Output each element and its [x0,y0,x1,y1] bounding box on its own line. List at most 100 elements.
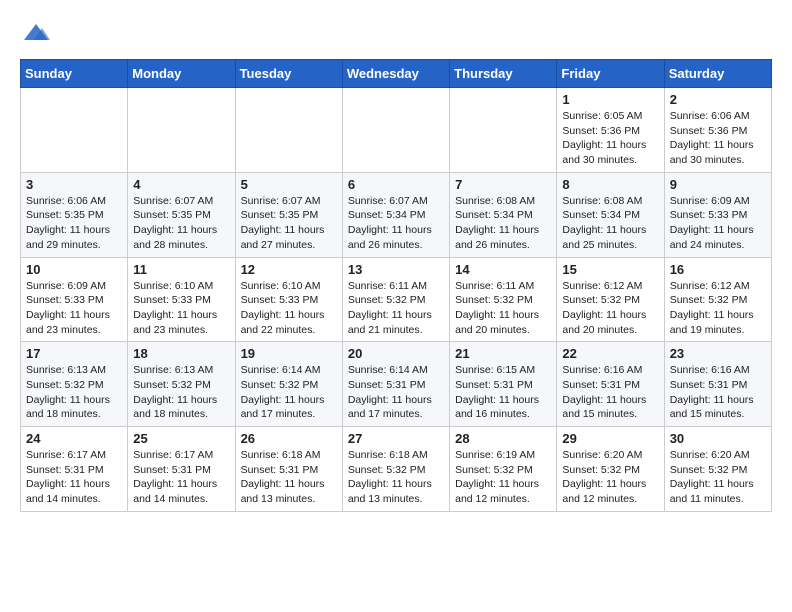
sunset-info: Sunset: 5:35 PM [26,209,104,221]
calendar-cell: 28 Sunrise: 6:19 AMSunset: 5:32 PMDayligh… [450,427,557,512]
day-info: Sunrise: 6:09 AMSunset: 5:33 PMDaylight:… [670,194,766,253]
sunset-info: Sunset: 5:31 PM [670,379,748,391]
sunrise-info: Sunrise: 6:11 AM [348,280,427,292]
calendar-cell: 5Sunrise: 6:07 AMSunset: 5:35 PMDaylight… [235,172,342,257]
sunset-info: Sunset: 5:34 PM [348,209,426,221]
calendar-cell: 9 Sunrise: 6:09 AMSunset: 5:33 PMDaylight… [664,172,771,257]
day-number: 20 [348,346,444,361]
calendar-cell: 17 Sunrise: 6:13 AMSunset: 5:32 PMDayligh… [21,342,128,427]
sunrise-info: Sunrise: 6:07 AM [133,195,213,207]
sunset-info: Sunset: 5:32 PM [670,464,748,476]
day-info: Sunrise: 6:13 AMSunset: 5:32 PMDaylight:… [26,363,122,422]
day-info: Sunrise: 6:14 AMSunset: 5:31 PMDaylight:… [348,363,444,422]
daylight-info: Daylight: 11 hours and 20 minutes. [562,309,646,336]
calendar-cell [128,88,235,173]
daylight-info: Daylight: 11 hours and 15 minutes. [562,394,646,421]
day-info: Sunrise: 6:15 AMSunset: 5:31 PMDaylight:… [455,363,551,422]
sunset-info: Sunset: 5:35 PM [241,209,319,221]
day-number: 19 [241,346,337,361]
day-number: 1 [562,92,658,107]
sunrise-info: Sunrise: 6:10 AM [241,280,321,292]
daylight-info: Daylight: 11 hours and 27 minutes. [241,224,325,251]
sunset-info: Sunset: 5:35 PM [133,209,211,221]
day-number: 17 [26,346,122,361]
calendar-cell: 21Sunrise: 6:15 AMSunset: 5:31 PMDayligh… [450,342,557,427]
calendar-week-4: 17 Sunrise: 6:13 AMSunset: 5:32 PMDayligh… [21,342,772,427]
daylight-info: Daylight: 11 hours and 21 minutes. [348,309,432,336]
weekday-header-tuesday: Tuesday [235,60,342,88]
sunset-info: Sunset: 5:32 PM [133,379,211,391]
sunrise-info: Sunrise: 6:07 AM [348,195,428,207]
day-number: 5 [241,177,337,192]
sunrise-info: Sunrise: 6:17 AM [133,449,213,461]
calendar-cell: 11Sunrise: 6:10 AMSunset: 5:33 PMDayligh… [128,257,235,342]
day-number: 28 [455,431,551,446]
sunrise-info: Sunrise: 6:06 AM [26,195,106,207]
calendar-cell: 27Sunrise: 6:18 AMSunset: 5:32 PMDayligh… [342,427,449,512]
day-info: Sunrise: 6:19 AMSunset: 5:32 PMDaylight:… [455,448,551,507]
calendar-table: SundayMondayTuesdayWednesdayThursdayFrid… [20,59,772,512]
sunrise-info: Sunrise: 6:19 AM [455,449,535,461]
calendar-cell: 4Sunrise: 6:07 AMSunset: 5:35 PMDaylight… [128,172,235,257]
day-number: 27 [348,431,444,446]
daylight-info: Daylight: 11 hours and 24 minutes. [670,224,754,251]
calendar-cell: 16Sunrise: 6:12 AMSunset: 5:32 PMDayligh… [664,257,771,342]
day-number: 8 [562,177,658,192]
day-info: Sunrise: 6:14 AMSunset: 5:32 PMDaylight:… [241,363,337,422]
daylight-info: Daylight: 11 hours and 26 minutes. [455,224,539,251]
calendar-cell: 14Sunrise: 6:11 AMSunset: 5:32 PMDayligh… [450,257,557,342]
day-number: 23 [670,346,766,361]
sunrise-info: Sunrise: 6:09 AM [26,280,106,292]
daylight-info: Daylight: 11 hours and 13 minutes. [241,478,325,505]
calendar-cell: 7Sunrise: 6:08 AMSunset: 5:34 PMDaylight… [450,172,557,257]
day-number: 6 [348,177,444,192]
calendar-cell: 6Sunrise: 6:07 AMSunset: 5:34 PMDaylight… [342,172,449,257]
sunset-info: Sunset: 5:31 PM [26,464,104,476]
day-number: 14 [455,262,551,277]
calendar-cell [21,88,128,173]
calendar-cell: 26Sunrise: 6:18 AMSunset: 5:31 PMDayligh… [235,427,342,512]
weekday-header-monday: Monday [128,60,235,88]
weekday-header-saturday: Saturday [664,60,771,88]
daylight-info: Daylight: 11 hours and 16 minutes. [455,394,539,421]
sunrise-info: Sunrise: 6:12 AM [562,280,642,292]
day-number: 4 [133,177,229,192]
sunrise-info: Sunrise: 6:18 AM [241,449,321,461]
sunrise-info: Sunrise: 6:12 AM [670,280,750,292]
calendar-cell: 24 Sunrise: 6:17 AMSunset: 5:31 PMDayligh… [21,427,128,512]
sunrise-info: Sunrise: 6:06 AM [670,110,750,122]
day-info: Sunrise: 6:18 AM Sunset: 5:31 PM Daylight:… [241,448,337,507]
sunset-info: Sunset: 5:31 PM [562,379,640,391]
day-number: 11 [133,262,229,277]
calendar-cell: 13 Sunrise: 6:11 AM Sunset: 5:32 PM Dayligh… [342,257,449,342]
calendar-cell [235,88,342,173]
weekday-header-friday: Friday [557,60,664,88]
calendar-cell [342,88,449,173]
daylight-info: Daylight: 11 hours and 29 minutes. [26,224,110,251]
day-info: Sunrise: 6:06 AMSunset: 5:36 PMDaylight:… [670,109,766,168]
calendar-cell: 15Sunrise: 6:12 AMSunset: 5:32 PMDayligh… [557,257,664,342]
sunset-info: Sunset: 5:31 PM [348,379,426,391]
day-number: 24 [26,431,122,446]
day-info: Sunrise: 6:05 AMSunset: 5:36 PMDaylight:… [562,109,658,168]
day-number: 13 [348,262,444,277]
day-info: Sunrise: 6:08 AMSunset: 5:34 PMDaylight:… [455,194,551,253]
day-number: 12 [241,262,337,277]
day-info: Sunrise: 6:17 AMSunset: 5:31 PMDaylight:… [26,448,122,507]
sunrise-info: Sunrise: 6:09 AM [670,195,750,207]
sunset-info: Sunset: 5:31 PM [133,464,211,476]
day-number: 25 [133,431,229,446]
sunset-info: Sunset: 5:31 PM [241,464,319,476]
sunset-info: Sunset: 5:32 PM [562,294,640,306]
sunset-info: Sunset: 5:32 PM [348,294,426,306]
sunset-info: Sunset: 5:31 PM [455,379,533,391]
daylight-info: Daylight: 11 hours and 20 minutes. [455,309,539,336]
sunrise-info: Sunrise: 6:20 AM [670,449,750,461]
day-number: 2 [670,92,766,107]
day-number: 16 [670,262,766,277]
logo [20,18,50,53]
sunrise-info: Sunrise: 6:18 AM [348,449,428,461]
day-number: 9 [670,177,766,192]
day-info: Sunrise: 6:17 AMSunset: 5:31 PMDaylight:… [133,448,229,507]
calendar-week-5: 24Sunrise: 6:17 AMSunset: 5:31 PMDayligh… [21,427,772,512]
